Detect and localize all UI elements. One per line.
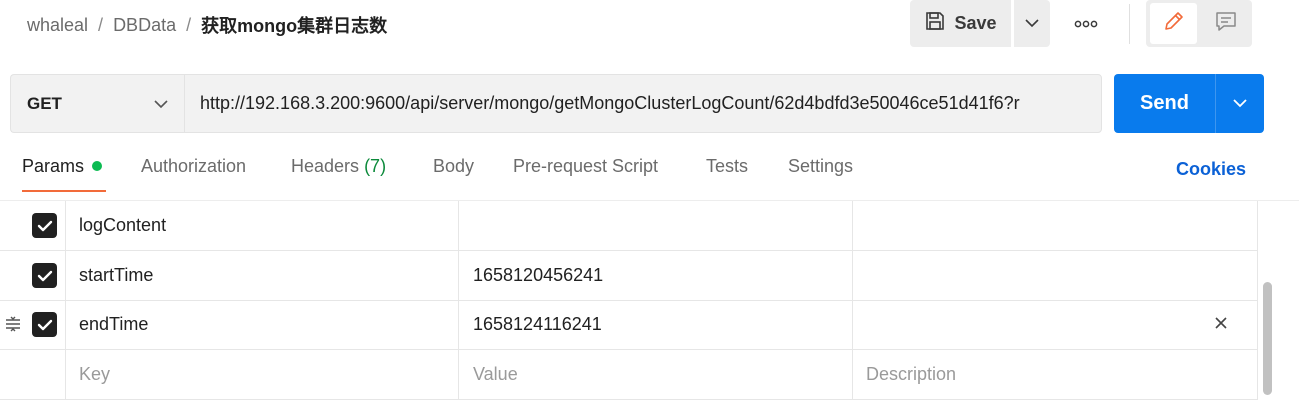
drag-handle-icon[interactable]	[4, 315, 22, 333]
param-value[interactable]: 1658124116241	[459, 300, 853, 349]
table-row: endTime 1658124116241	[0, 300, 1258, 350]
tab-label: Pre-request Script	[513, 156, 659, 176]
request-name[interactable]: 获取mongo集群日志数	[201, 12, 387, 38]
param-key[interactable]: endTime	[66, 300, 459, 349]
tab-label: Authorization	[141, 156, 247, 176]
send-button[interactable]: Send	[1114, 74, 1215, 133]
view-mode-toggle	[1146, 0, 1252, 47]
param-checkbox[interactable]	[32, 213, 57, 238]
new-value-input[interactable]: Value	[459, 350, 853, 399]
save-group: Save	[910, 0, 1050, 47]
tab-label: Headers	[291, 156, 360, 176]
chevron-down-icon	[1233, 95, 1247, 113]
tab-headers[interactable]: Headers (7)	[291, 156, 398, 192]
param-description[interactable]	[853, 201, 1258, 250]
tab-authorization[interactable]: Authorization	[141, 156, 255, 192]
method-label: GET	[27, 93, 62, 113]
table-row: logContent	[0, 201, 1258, 251]
method-select[interactable]: GET	[10, 74, 184, 133]
tab-body[interactable]: Body	[433, 156, 477, 192]
tab-label: Params	[22, 156, 85, 176]
request-header: whaleal / DBData / 获取mongo集群日志数 Save	[0, 0, 1299, 48]
param-key[interactable]: logContent	[66, 201, 459, 250]
edit-mode-button[interactable]	[1150, 3, 1197, 44]
new-key-input[interactable]: Key	[66, 350, 459, 399]
send-options-button[interactable]	[1216, 74, 1264, 133]
comments-button[interactable]	[1202, 3, 1249, 44]
table-row: startTime 1658120456241	[0, 251, 1258, 301]
chevron-down-icon	[1025, 15, 1039, 33]
checkbox-cell	[0, 251, 66, 300]
breadcrumb-separator: /	[186, 14, 192, 35]
url-input[interactable]: http://192.168.3.200:9600/api/server/mon…	[184, 74, 1102, 133]
param-description[interactable]	[853, 300, 1258, 349]
param-value[interactable]: 1658120456241	[459, 251, 853, 300]
param-value[interactable]	[459, 201, 853, 250]
floppy-disk-icon	[924, 10, 946, 37]
checkbox-cell	[0, 350, 66, 399]
table-row: Key Value Description	[0, 350, 1258, 400]
param-description[interactable]	[853, 251, 1258, 300]
more-options-button[interactable]	[1068, 10, 1104, 38]
param-key[interactable]: startTime	[66, 251, 459, 300]
param-checkbox[interactable]	[32, 312, 57, 337]
cookies-link[interactable]: Cookies	[1176, 159, 1246, 180]
comment-icon	[1215, 10, 1237, 37]
breadcrumb-workspace[interactable]: whaleal	[27, 15, 88, 36]
save-options-button[interactable]	[1014, 0, 1050, 47]
breadcrumb-separator: /	[98, 14, 104, 35]
checkbox-cell	[0, 300, 66, 349]
tab-params[interactable]: Params	[22, 156, 106, 192]
scrollbar-thumb[interactable]	[1263, 282, 1272, 395]
param-checkbox[interactable]	[32, 263, 57, 288]
headers-count: (7)	[364, 156, 387, 176]
tab-label: Tests	[706, 156, 749, 176]
params-indicator-dot	[92, 161, 103, 171]
close-icon[interactable]	[1210, 312, 1232, 334]
breadcrumb-collection[interactable]: DBData	[113, 15, 176, 36]
tab-label: Body	[433, 156, 475, 176]
save-label: Save	[954, 13, 997, 33]
new-description-input[interactable]: Description	[853, 350, 1258, 399]
chevron-down-icon	[154, 96, 168, 114]
tab-label: Settings	[788, 156, 854, 176]
send-group: Send	[1114, 74, 1264, 133]
save-button[interactable]: Save	[910, 0, 1011, 47]
checkbox-cell	[0, 201, 66, 250]
pencil-icon	[1162, 9, 1186, 38]
tab-settings[interactable]: Settings	[788, 156, 858, 192]
ellipsis-icon	[1074, 15, 1098, 33]
request-tabs: Params Authorization Headers (7) Body Pr…	[22, 156, 858, 192]
breadcrumb: whaleal / DBData / 获取mongo集群日志数	[27, 12, 387, 38]
tab-tests[interactable]: Tests	[706, 156, 752, 192]
divider	[1129, 4, 1130, 44]
params-table: logContent startTime 1658120456241 endTi…	[0, 201, 1258, 411]
tab-pre-request-script[interactable]: Pre-request Script	[513, 156, 670, 192]
